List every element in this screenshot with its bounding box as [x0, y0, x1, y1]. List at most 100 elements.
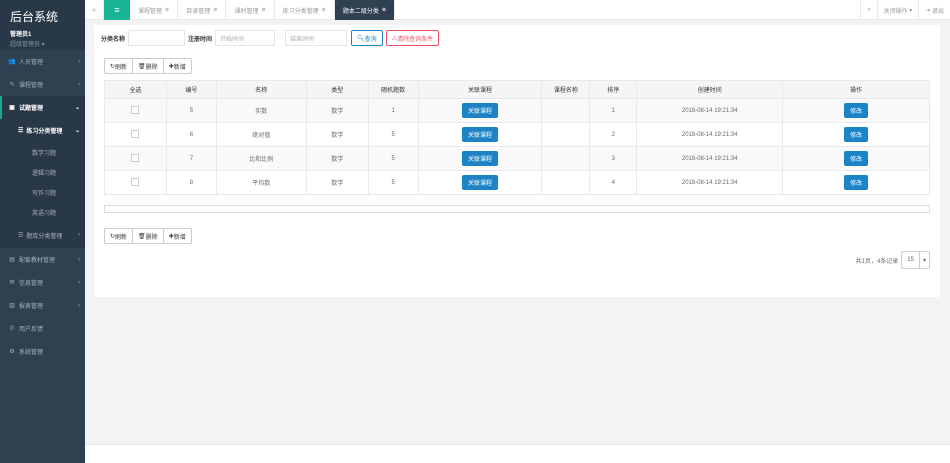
cell-link: 关联课程	[417, 122, 543, 147]
sidebar-item-english[interactable]: 英语习题	[0, 202, 85, 222]
sidebar-item-personnel[interactable]: 👥 人员管理 ‹	[0, 50, 85, 73]
sidebar-item-label: 配套教材管理	[19, 258, 56, 264]
tabs-scroll-right-button[interactable]: »	[860, 0, 876, 20]
add-button[interactable]: ✚ 新增	[164, 59, 191, 73]
tabs-scroll-left-button[interactable]: «	[85, 0, 104, 20]
pagination: 共1页，4条记录 15 ▾	[856, 251, 930, 269]
close-ops-label: 关闭操作	[883, 8, 908, 15]
delete-button[interactable]: 🗑︎ 删除	[133, 59, 164, 73]
edit-button[interactable]: 修改	[844, 175, 869, 190]
tab-active[interactable]: 题本二级分类 ⊗	[334, 0, 396, 20]
col-random-count: 随机题数	[367, 80, 419, 99]
row-checkbox[interactable]	[131, 153, 140, 162]
cell-course	[541, 170, 591, 195]
add-button[interactable]: ✚ 新增	[164, 229, 191, 243]
sidebar-item-writing[interactable]: 写作习题	[0, 182, 85, 202]
link-course-button[interactable]: 关联课程	[462, 175, 499, 190]
sidebar-item-system[interactable]: ⚙ 系统管理	[0, 340, 85, 363]
sidebar-menu: 👥 人员管理 ‹ ✎ 课程管理 ‹ ▣ 试题管理 ⌄ ☰ 练习分类管理 ⌄ 数学…	[0, 50, 85, 363]
report-icon: ▥	[9, 303, 15, 309]
tab-label: 课程管理	[138, 8, 163, 15]
sidebar-item-messages[interactable]: ✉ 信息管理 ‹	[0, 271, 85, 294]
cell-created: 2018-08-14 19:21:34	[636, 98, 784, 123]
tab-label: 练习分类管理	[282, 8, 319, 15]
close-icon[interactable]: ⊗	[382, 7, 386, 13]
cell-sort: 2	[589, 122, 638, 147]
edit-button[interactable]: 修改	[844, 127, 869, 142]
col-name: 名称	[215, 80, 307, 99]
sidebar-item-label: 系统管理	[19, 350, 44, 356]
close-icon[interactable]: ⊗	[261, 7, 265, 13]
sidebar-item-materials[interactable]: ▤ 配套教材管理 ‹	[0, 248, 85, 271]
close-ops-dropdown[interactable]: 关闭操作 ▾	[876, 0, 919, 20]
logout-button[interactable]: ⇥ 退出	[918, 0, 950, 20]
table-row: 7 比和比例 数学 5 关联课程 3 2018-08-14 19:21:34 修…	[104, 146, 930, 171]
cell-course	[541, 122, 591, 147]
row-checkbox[interactable]	[131, 177, 140, 186]
sidebar-item-math[interactable]: 数学习题	[0, 142, 85, 162]
tab-bar-right: » 关闭操作 ▾ ⇥ 退出	[860, 0, 950, 20]
tab-courses[interactable]: 课程管理 ⊗	[130, 0, 179, 20]
row-checkbox[interactable]	[131, 105, 140, 114]
close-icon[interactable]: ⊗	[213, 7, 217, 13]
col-select-all[interactable]: 全选	[104, 80, 167, 99]
logout-label: 退出	[931, 8, 944, 15]
cell-id: 7	[165, 146, 217, 171]
page-size-select[interactable]: 15 ▾	[901, 251, 930, 269]
sidebar-item-logic[interactable]: 逻辑习题	[0, 162, 85, 182]
refresh-label: 刷新	[115, 234, 128, 241]
envelope-icon: ✉	[9, 280, 15, 286]
col-created: 创建时间	[636, 80, 784, 99]
cell-count: 5	[367, 146, 419, 171]
chevron-left-icon: ‹	[78, 81, 80, 88]
cell-sort: 3	[589, 146, 638, 171]
sidebar-item-reports[interactable]: ▥ 报表管理 ‹	[0, 294, 85, 317]
submenu-questions: ☰ 练习分类管理 ⌄ 数学习题 逻辑习题 写作习题 英语习题 ☰ 题库分类管理 …	[0, 119, 85, 248]
cell-name: 平均数	[215, 170, 307, 195]
cell-name: 比和比例	[215, 146, 307, 171]
cell-course	[541, 146, 591, 171]
book-icon: ▤	[9, 257, 15, 263]
start-time-input[interactable]: 开始时间	[215, 30, 276, 46]
chevron-left-icon: ‹	[78, 256, 80, 263]
sidebar-item-courses[interactable]: ✎ 课程管理 ‹	[0, 73, 85, 96]
menu-toggle-button[interactable]: ≡	[104, 0, 130, 20]
link-course-button[interactable]: 关联课程	[462, 103, 499, 118]
clear-conditions-button[interactable]: ⚠ 清除查询条件	[385, 30, 440, 46]
col-linked-course: 关联课程	[417, 80, 543, 99]
tab-practice-categories[interactable]: 练习分类管理 ⊗	[275, 0, 335, 20]
delete-button[interactable]: 🗑︎ 删除	[133, 229, 164, 243]
col-course-name: 课程名称	[541, 80, 591, 99]
user-role-dropdown[interactable]: 超级管理员 ▾	[10, 39, 77, 48]
sidebar-item-feedback[interactable]: ✆ 用户反馈	[0, 317, 85, 340]
menu-icon: ≡	[114, 5, 120, 15]
tab-label: 课时管理	[234, 8, 259, 15]
query-button[interactable]: 🔍︎ 查询	[351, 30, 383, 46]
sidebar-item-label: 试题管理	[19, 106, 44, 112]
sidebar-item-bank-categories[interactable]: ☰ 题库分类管理 ‹	[0, 222, 85, 248]
row-checkbox[interactable]	[131, 129, 140, 138]
refresh-button[interactable]: ↻ 刷新	[105, 59, 134, 73]
cell-id: 8	[165, 170, 217, 195]
footer	[85, 444, 950, 463]
close-icon[interactable]: ⊗	[165, 7, 169, 13]
table-horizontal-scrollbar[interactable]	[104, 205, 930, 213]
delete-label: 删除	[145, 234, 158, 241]
category-name-input[interactable]	[128, 30, 186, 46]
add-label: 新增	[173, 234, 186, 241]
link-course-button[interactable]: 关联课程	[462, 127, 499, 142]
tab-lessons[interactable]: 课时管理 ⊗	[226, 0, 275, 20]
edit-button[interactable]: 修改	[844, 151, 869, 166]
close-icon[interactable]: ⊗	[322, 7, 326, 13]
link-course-button[interactable]: 关联课程	[462, 151, 499, 166]
sidebar-item-questions[interactable]: ▣ 试题管理 ⌄	[0, 96, 85, 119]
sidebar-item-practice-categories[interactable]: ☰ 练习分类管理 ⌄	[0, 119, 85, 142]
edit-button[interactable]: 修改	[844, 103, 869, 118]
cell-actions: 修改	[782, 98, 930, 123]
clear-label: 清除查询条件	[397, 36, 434, 43]
tab-catalog[interactable]: 目录管理 ⊗	[178, 0, 227, 20]
end-time-input[interactable]: 结束时间	[285, 30, 348, 46]
refresh-button[interactable]: ↻ 刷新	[105, 229, 134, 243]
cell-name: 绝对值	[215, 122, 307, 147]
user-name[interactable]: 管理员1	[10, 29, 77, 38]
